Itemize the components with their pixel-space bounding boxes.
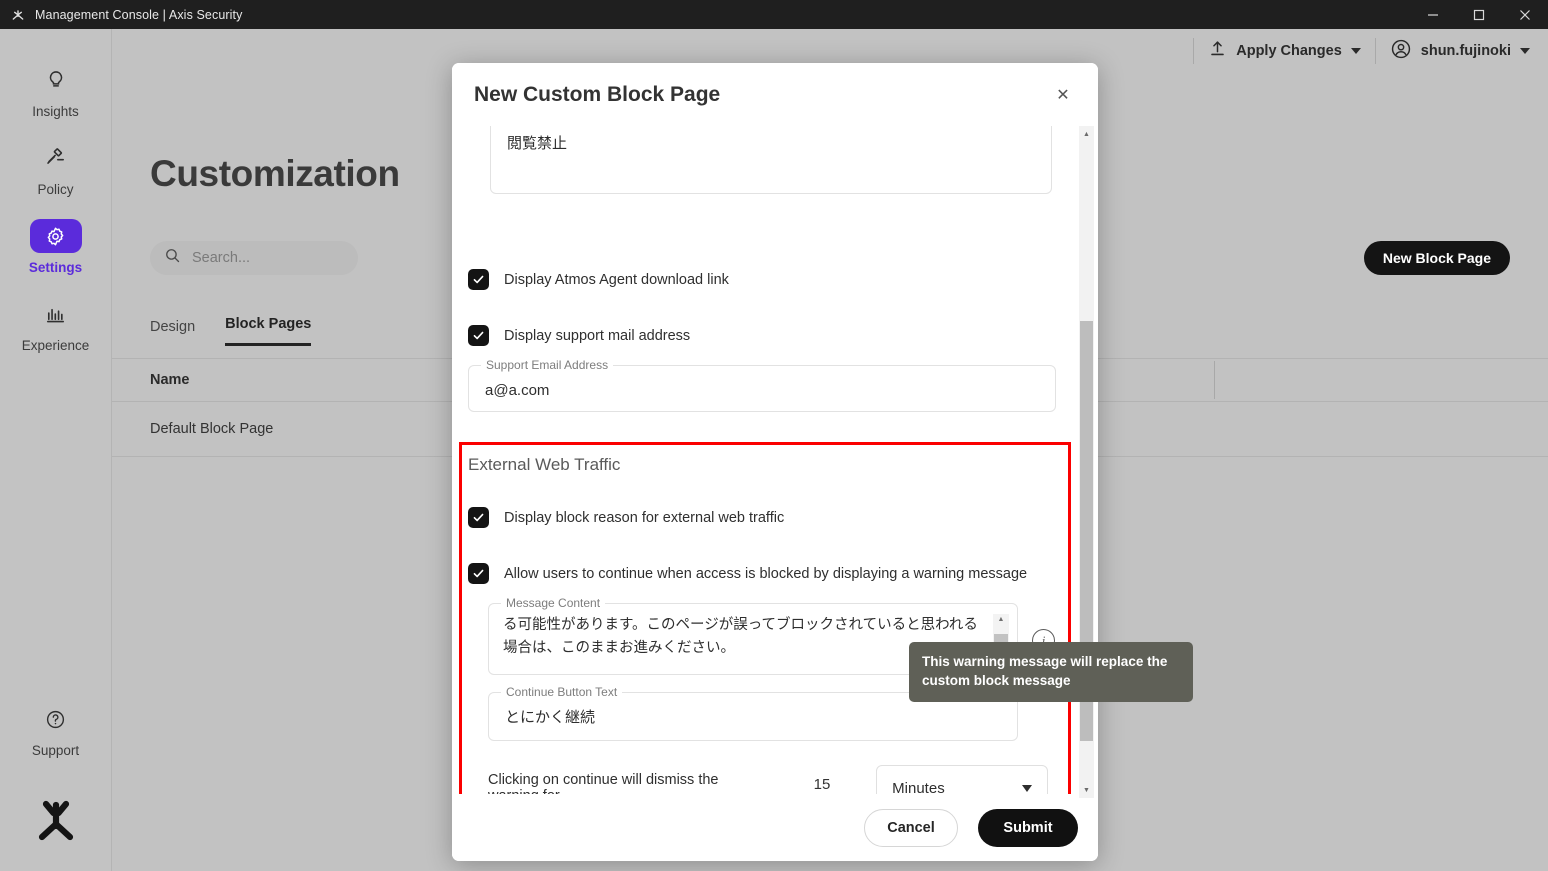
window-title: Management Console | Axis Security [35,7,243,22]
scroll-down-icon[interactable]: ▼ [1079,782,1094,798]
display-block-reason-row[interactable]: Display block reason for external web tr… [468,507,784,528]
close-button[interactable] [1502,0,1548,29]
block-message-value: 閲覧禁止 [507,135,568,152]
modal-overlay: New Custom Block Page ✕ 閲覧禁止 Display Atm… [0,29,1548,871]
maximize-button[interactable] [1456,0,1502,29]
dismiss-warning-row: Clicking on continue will dismiss the wa… [488,765,1048,794]
support-email-field[interactable]: Support Email Address a@a.com [468,358,1056,412]
cancel-button[interactable]: Cancel [864,808,958,847]
minimize-button[interactable] [1410,0,1456,29]
block-message-textarea[interactable]: 閲覧禁止 [490,126,1052,194]
scroll-up-icon[interactable]: ▲ [998,616,1005,623]
submit-button[interactable]: Submit [978,808,1078,847]
display-atmos-agent-download-link-row[interactable]: Display Atmos Agent download link [468,269,729,290]
scroll-up-icon[interactable]: ▲ [1079,126,1094,142]
allow-continue-row[interactable]: Allow users to continue when access is b… [468,563,1027,584]
display-support-mail-address-row[interactable]: Display support mail address [468,325,690,346]
external-web-traffic-title: External Web Traffic [468,455,621,474]
checkbox-label: Display block reason for external web tr… [504,509,785,526]
dialog-header: New Custom Block Page ✕ [452,63,1098,126]
continue-button-text-label: Continue Button Text [501,685,623,699]
checkbox-label: Display support mail address [504,327,691,344]
checkbox-checked-icon[interactable] [468,269,489,290]
window-titlebar: Management Console | Axis Security [0,0,1548,29]
dismiss-unit-value: Minutes [892,779,945,795]
window-controls [1410,0,1548,29]
checkbox-label: Allow users to continue when access is b… [504,565,1028,582]
dialog-title: New Custom Block Page [474,82,721,106]
checkbox-checked-icon[interactable] [468,507,489,528]
dismiss-unit-select[interactable]: Minutes [876,765,1048,794]
checkbox-checked-icon[interactable] [468,325,489,346]
checkbox-checked-icon[interactable] [468,563,489,584]
dismiss-duration-input[interactable]: 15 [792,776,852,794]
dialog-footer: Cancel Submit [452,794,1098,861]
tooltip: This warning message will replace the cu… [909,642,1193,702]
support-email-value: a@a.com [485,382,550,399]
chevron-down-icon[interactable] [1021,784,1032,792]
support-email-label: Support Email Address [481,358,614,372]
new-custom-block-page-dialog: New Custom Block Page ✕ 閲覧禁止 Display Atm… [452,63,1098,861]
app-logo-icon [9,6,27,24]
message-content-label: Message Content [501,596,606,610]
dismiss-warning-label: Clicking on continue will dismiss the wa… [488,772,719,794]
close-icon[interactable]: ✕ [1050,82,1076,108]
checkbox-label: Display Atmos Agent download link [504,271,729,288]
